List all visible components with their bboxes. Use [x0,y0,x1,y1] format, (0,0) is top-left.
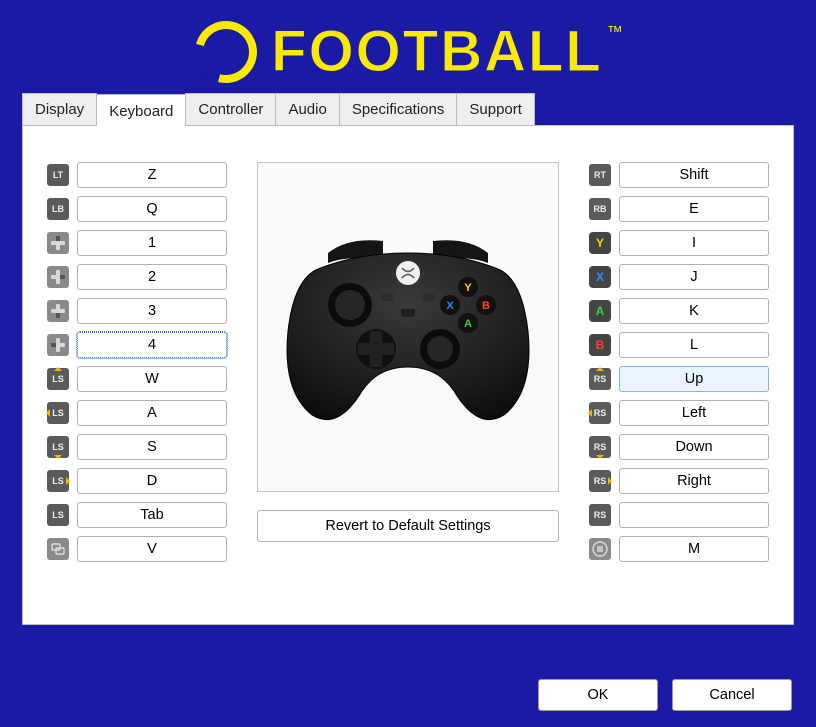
x-icon: X [589,266,611,288]
key-binding-field[interactable]: A [77,400,227,426]
key-binding-field[interactable]: W [77,366,227,392]
left-binding-row: 1 [47,230,227,256]
ok-button[interactable]: OK [538,679,658,711]
menu-icon [589,538,611,560]
left-binding-row: 4 [47,332,227,358]
logo-text: FOOTBALL™ [271,18,621,85]
key-binding-field[interactable]: 3 [77,298,227,324]
y-icon: Y [589,232,611,254]
rb-icon: RB [589,198,611,220]
lb-icon: LB [47,198,69,220]
rt-icon: RT [589,164,611,186]
ls-icon: LS [47,504,69,526]
key-binding-field[interactable]: K [619,298,769,324]
view-icon [47,538,69,560]
key-binding-field[interactable]: E [619,196,769,222]
left-binding-row: LS Tab [47,502,227,528]
ls-up-icon: LS [47,368,69,390]
app-logo: FOOTBALL™ [0,0,816,93]
tab-support[interactable]: Support [456,93,535,125]
left-binding-row: LS D [47,468,227,494]
svg-text:B: B [482,300,490,312]
left-binding-row: 2 [47,264,227,290]
right-binding-row: RS Down [589,434,769,460]
dpad-down-icon [47,300,69,322]
dpad-left-icon [47,334,69,356]
key-binding-field[interactable]: Left [619,400,769,426]
right-binding-row: BL [589,332,769,358]
tab-audio[interactable]: Audio [275,93,339,125]
rs-icon: RS [589,504,611,526]
right-binding-row: RT Shift [589,162,769,188]
rs-up-icon: RS [589,368,611,390]
right-binding-row: YI [589,230,769,256]
key-binding-field[interactable]: I [619,230,769,256]
rs-right-icon: RS [589,470,611,492]
dpad-right-icon [47,266,69,288]
left-binding-row: 3 [47,298,227,324]
svg-text:X: X [446,300,454,312]
left-binding-row: V [47,536,227,562]
b-icon: B [589,334,611,356]
rs-left-icon: RS [589,402,611,424]
key-binding-field[interactable] [619,502,769,528]
left-binding-row: LB Q [47,196,227,222]
key-binding-field[interactable]: Down [619,434,769,460]
center-column: Y X B A Revert to Default Settings [227,162,589,606]
right-binding-row: XJ [589,264,769,290]
ls-left-icon: LS [47,402,69,424]
tab-bar: DisplayKeyboardControllerAudioSpecificat… [22,93,794,125]
key-binding-field[interactable]: S [77,434,227,460]
svg-text:A: A [464,318,472,330]
settings-panel: LTZLBQ1234LSWLSALSSLSDLSTabV [22,125,794,625]
dpad-up-icon [47,232,69,254]
ls-right-icon: LS [47,470,69,492]
key-binding-field[interactable]: D [77,468,227,494]
right-binding-row: M [589,536,769,562]
right-binding-row: AK [589,298,769,324]
ls-down-icon: LS [47,436,69,458]
key-binding-field[interactable]: Up [619,366,769,392]
key-binding-field[interactable]: L [619,332,769,358]
key-binding-field[interactable]: Shift [619,162,769,188]
left-bindings-column: LT Z LB Q 1 2 3 4 LS W LS A LS S LS D LS Tab V [47,162,227,606]
controller-preview: Y X B A [257,162,559,492]
key-binding-field[interactable]: M [619,536,769,562]
key-binding-field[interactable]: 1 [77,230,227,256]
revert-defaults-button[interactable]: Revert to Default Settings [257,510,559,542]
right-binding-row: RB E [589,196,769,222]
right-bindings-column: RTShiftRBEYIXJAKBLRSUpRSLeftRSDownRSRigh… [589,162,769,606]
left-binding-row: LS S [47,434,227,460]
right-binding-row: RS [589,502,769,528]
left-binding-row: LT Z [47,162,227,188]
right-binding-row: RS Up [589,366,769,392]
tab-specifications[interactable]: Specifications [339,93,458,125]
key-binding-field[interactable]: J [619,264,769,290]
right-binding-row: RS Right [589,468,769,494]
tab-display[interactable]: Display [22,93,97,125]
key-binding-field[interactable]: Right [619,468,769,494]
lt-icon: LT [47,164,69,186]
dialog-buttons: OK Cancel [538,679,792,711]
key-binding-field[interactable]: Q [77,196,227,222]
svg-text:Y: Y [464,282,472,294]
key-binding-field[interactable]: 4 [77,332,227,358]
left-binding-row: LS A [47,400,227,426]
key-binding-field[interactable]: Tab [77,502,227,528]
key-binding-field[interactable]: 2 [77,264,227,290]
tab-controller[interactable]: Controller [185,93,276,125]
key-binding-field[interactable]: Z [77,162,227,188]
tab-keyboard[interactable]: Keyboard [96,94,186,126]
logo-e-icon [184,9,269,94]
left-binding-row: LS W [47,366,227,392]
a-icon: A [589,300,611,322]
right-binding-row: RS Left [589,400,769,426]
controller-icon: Y X B A [277,231,539,423]
key-binding-field[interactable]: V [77,536,227,562]
cancel-button[interactable]: Cancel [672,679,792,711]
rs-down-icon: RS [589,436,611,458]
